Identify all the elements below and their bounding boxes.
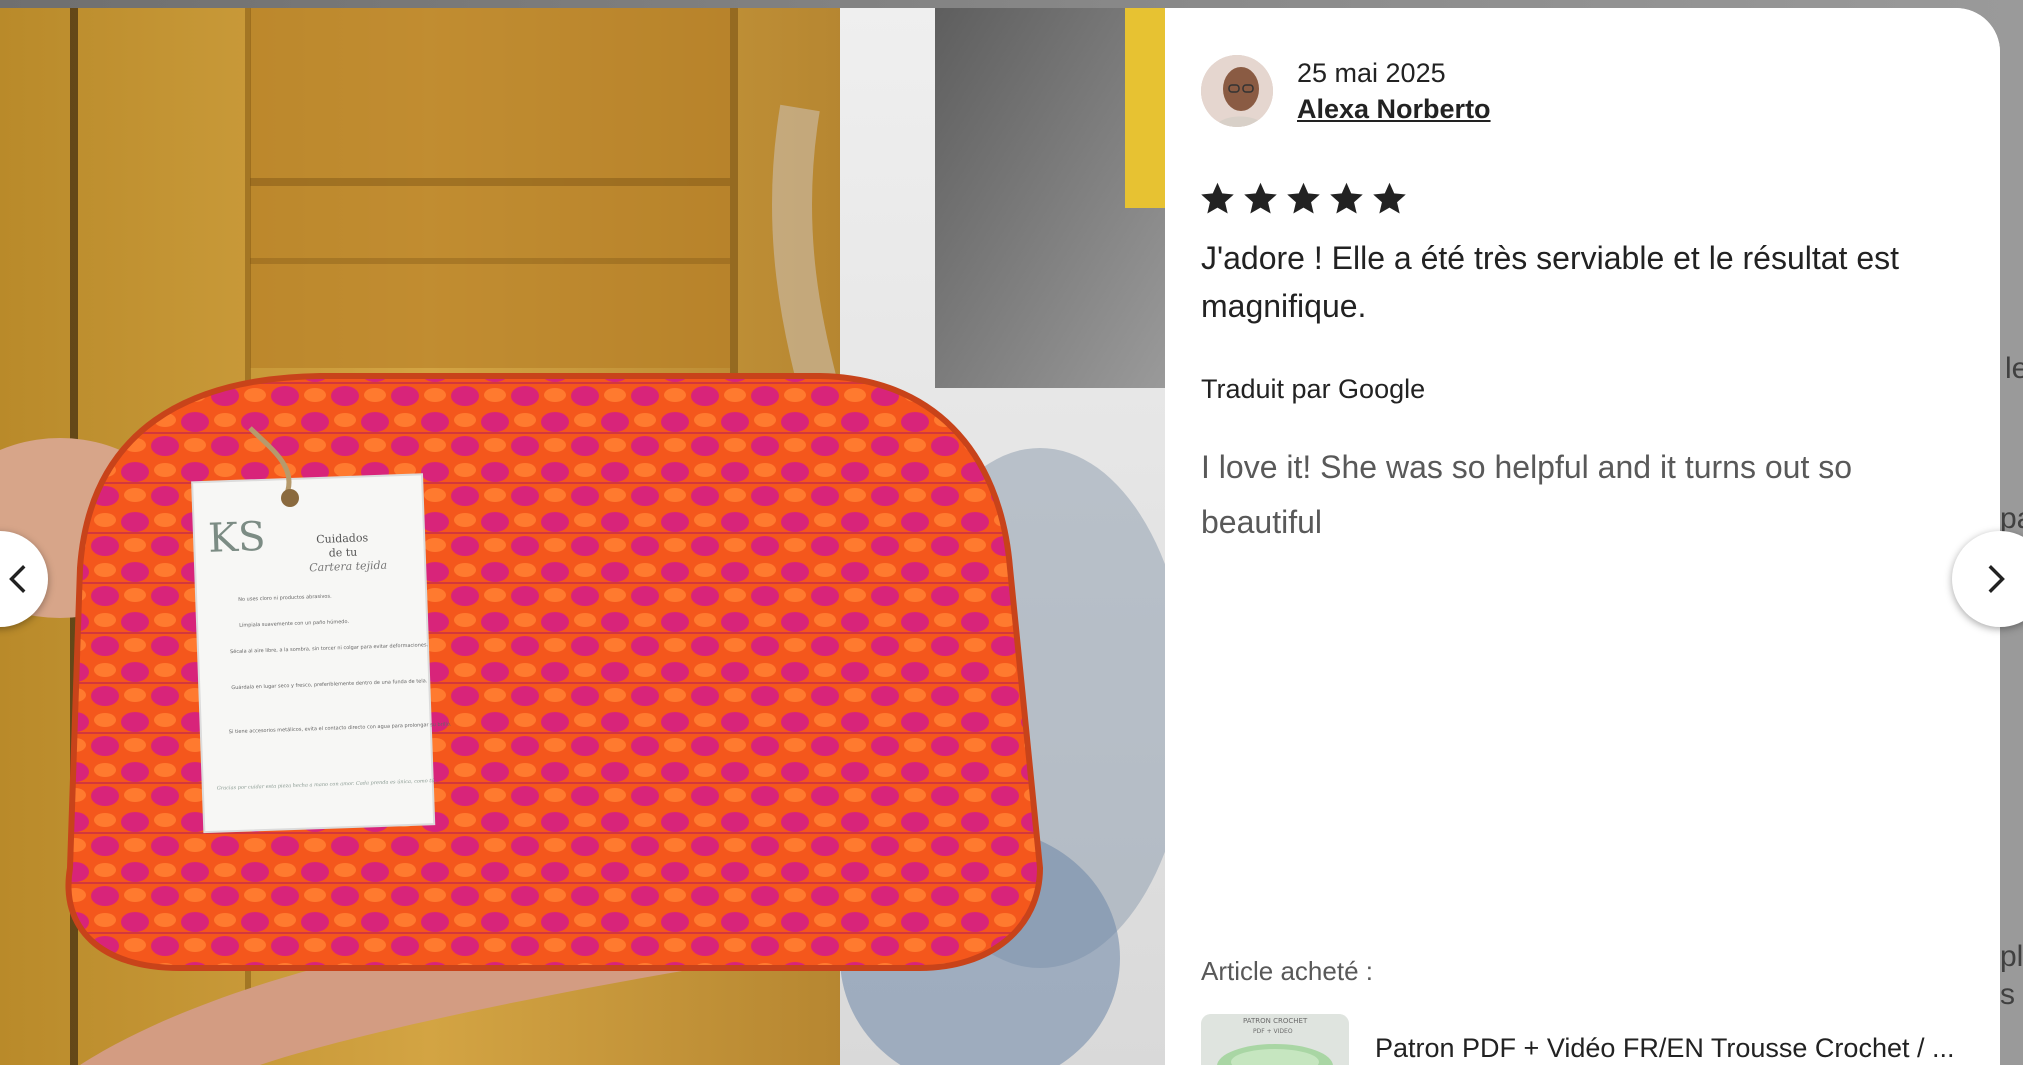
review-photo-illustration: KS Cuidados de tu Cartera tejida No uses… xyxy=(0,8,1165,1065)
purchased-item-link[interactable]: PATRON CROCHET PDF + VIDEO Patron PDF + … xyxy=(1201,1014,1981,1065)
star-rating xyxy=(1199,180,1408,217)
thumb-subcaption: PDF + VIDEO xyxy=(1253,1028,1293,1035)
star-icon xyxy=(1201,182,1234,214)
avatar-image xyxy=(1201,55,1273,127)
chevron-left-icon xyxy=(9,565,26,593)
star-icon xyxy=(1373,182,1406,214)
review-date: 25 mai 2025 xyxy=(1297,58,1446,88)
reviewer-avatar[interactable] xyxy=(1201,55,1273,127)
translated-by-label: Traduit par Google xyxy=(1201,374,1426,404)
star-icon xyxy=(1330,182,1363,214)
review-photo-modal: KS Cuidados de tu Cartera tejida No uses… xyxy=(0,8,2000,1065)
star-icon xyxy=(1244,182,1277,214)
purchased-item-title[interactable]: Patron PDF + Vidéo FR/EN Trousse Crochet… xyxy=(1375,1033,1975,1064)
tag-title-line1: Cuidados xyxy=(316,531,369,546)
backdrop-text-fragment: s xyxy=(2000,978,2015,1011)
backdrop-text-fragment: le xyxy=(2005,352,2023,385)
purchased-item-thumbnail[interactable]: PATRON CROCHET PDF + VIDEO xyxy=(1201,1014,1349,1065)
translated-review-text: I love it! She was so helpful and it tur… xyxy=(1201,449,1853,540)
tag-logo: KS xyxy=(207,514,266,562)
tag-title-line2: de tu xyxy=(328,546,357,560)
chevron-right-icon xyxy=(1988,565,2005,593)
backdrop-text-fragment: plè xyxy=(2000,940,2023,973)
star-icon xyxy=(1287,182,1320,214)
purchased-item-label: Article acheté : xyxy=(1201,956,1373,986)
thumb-caption: PATRON CROCHET xyxy=(1243,1017,1308,1025)
review-panel: 25 mai 2025 Alexa Norberto J'adore ! Ell… xyxy=(1165,8,2000,1065)
purchased-item-thumbnail-image: PATRON CROCHET PDF + VIDEO xyxy=(1201,1014,1349,1065)
reviewer-name-link[interactable]: Alexa Norberto xyxy=(1297,94,1491,125)
review-photo: KS Cuidados de tu Cartera tejida No uses… xyxy=(0,8,1165,1065)
tag-title-line3: Cartera tejida xyxy=(309,559,387,575)
review-text: J'adore ! Elle a été très serviable et l… xyxy=(1201,240,1900,324)
